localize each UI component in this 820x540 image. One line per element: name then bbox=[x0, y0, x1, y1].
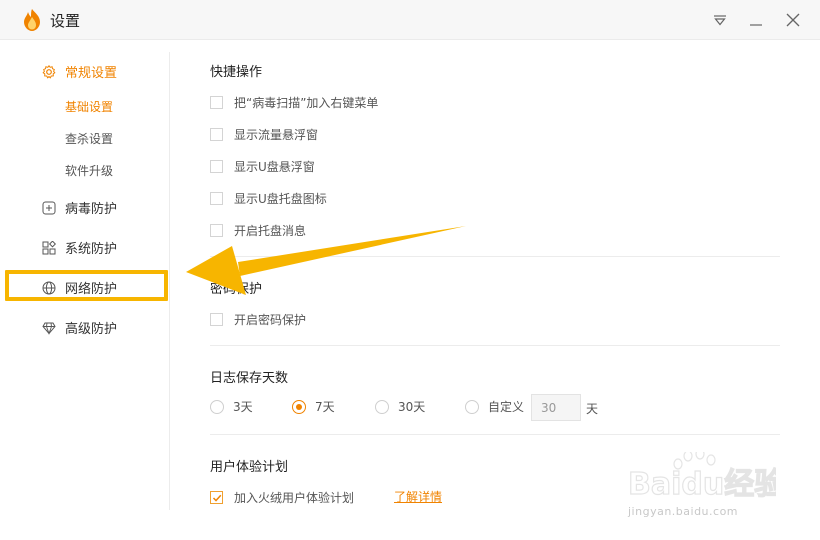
checkbox-usb-float[interactable]: 显示U盘悬浮窗 bbox=[210, 158, 315, 175]
minimize-button[interactable] bbox=[746, 10, 766, 30]
checkbox[interactable] bbox=[210, 128, 223, 141]
checkbox[interactable] bbox=[210, 160, 223, 173]
sidebar-item-virus[interactable]: 病毒防护 bbox=[42, 198, 117, 217]
radio-button-selected[interactable] bbox=[292, 399, 306, 414]
days-unit: 天 bbox=[586, 402, 599, 416]
diamond-icon bbox=[42, 321, 56, 335]
checkbox-label: 显示U盘托盘图标 bbox=[234, 192, 327, 206]
triangle-down-icon bbox=[714, 15, 726, 26]
checkbox-experience-plan[interactable]: 加入火绒用户体验计划 bbox=[210, 489, 354, 506]
plus-square-icon bbox=[42, 201, 56, 215]
checkbox-label: 开启托盘消息 bbox=[234, 224, 307, 238]
checkbox-label: 加入火绒用户体验计划 bbox=[234, 491, 355, 505]
sidebar-item-advanced[interactable]: 高级防护 bbox=[42, 318, 117, 337]
checkbox-tray-messages[interactable]: 开启托盘消息 bbox=[210, 222, 306, 239]
checkbox-checked[interactable] bbox=[210, 491, 223, 504]
radio-7-days[interactable]: 7天 bbox=[292, 398, 335, 415]
sidebar-sub-scan[interactable]: 查杀设置 bbox=[65, 130, 113, 147]
checkbox-label: 显示流量悬浮窗 bbox=[234, 128, 319, 142]
section-divider bbox=[210, 256, 780, 257]
section-title-password: 密码保护 bbox=[210, 282, 263, 297]
section-divider bbox=[210, 345, 780, 346]
gear-icon bbox=[42, 64, 56, 79]
checkbox[interactable] bbox=[210, 96, 223, 109]
sidebar-item-label: 常规设置 bbox=[65, 66, 118, 81]
svg-text:Baidu经验: Baidu经验 bbox=[628, 467, 776, 502]
watermark-url: jingyan.baidu.com bbox=[628, 505, 739, 518]
sidebar-sub-upgrade[interactable]: 软件升级 bbox=[65, 162, 113, 179]
checkbox-label: 显示U盘悬浮窗 bbox=[234, 160, 315, 174]
checkbox-password-protect[interactable]: 开启密码保护 bbox=[210, 311, 306, 328]
close-button[interactable] bbox=[783, 10, 803, 30]
checkbox[interactable] bbox=[210, 313, 223, 326]
custom-days-input[interactable] bbox=[531, 394, 581, 421]
huorong-logo-icon bbox=[24, 9, 40, 31]
radio-label: 7天 bbox=[315, 400, 335, 414]
radio-3-days[interactable]: 3天 bbox=[210, 398, 253, 415]
minimize-icon bbox=[750, 24, 762, 26]
window-title: 设置 bbox=[50, 12, 81, 30]
checkbox[interactable] bbox=[210, 192, 223, 205]
sidebar-divider bbox=[169, 52, 170, 510]
sidebar-item-label: 系统防护 bbox=[65, 242, 118, 257]
close-icon bbox=[786, 13, 800, 27]
section-divider bbox=[210, 434, 780, 435]
radio-label: 自定义 bbox=[488, 400, 525, 414]
title-bar: 设置 bbox=[0, 0, 820, 40]
highlight-box bbox=[5, 270, 168, 301]
radio-label: 3天 bbox=[233, 400, 253, 414]
section-title-shortcuts: 快捷操作 bbox=[210, 65, 263, 80]
sidebar-item-label: 病毒防护 bbox=[65, 202, 118, 217]
checkbox-context-menu-scan[interactable]: 把“病毒扫描”加入右键菜单 bbox=[210, 94, 378, 111]
checkbox-traffic-float[interactable]: 显示流量悬浮窗 bbox=[210, 126, 318, 143]
sidebar-item-label: 高级防护 bbox=[65, 322, 118, 337]
radio-button[interactable] bbox=[210, 399, 224, 414]
sidebar-item-system[interactable]: 系统防护 bbox=[42, 238, 117, 257]
radio-label: 30天 bbox=[398, 400, 426, 414]
learn-more-link[interactable]: 了解详情 bbox=[394, 488, 442, 505]
radio-button[interactable] bbox=[375, 399, 389, 414]
checkbox[interactable] bbox=[210, 224, 223, 237]
radio-30-days[interactable]: 30天 bbox=[375, 398, 425, 415]
radio-button[interactable] bbox=[465, 399, 479, 414]
sidebar-item-general[interactable]: 常规设置 bbox=[42, 62, 117, 81]
dropdown-menu-button[interactable] bbox=[710, 10, 730, 30]
checkbox-label: 开启密码保护 bbox=[234, 313, 307, 327]
section-title-log-days: 日志保存天数 bbox=[210, 371, 289, 386]
checkbox-usb-tray-icon[interactable]: 显示U盘托盘图标 bbox=[210, 190, 327, 207]
grid-icon bbox=[42, 240, 56, 255]
checkbox-label: 把“病毒扫描”加入右键菜单 bbox=[234, 96, 379, 110]
radio-custom[interactable]: 自定义 bbox=[465, 398, 524, 415]
checkmark-icon bbox=[212, 494, 221, 502]
sidebar-sub-basic[interactable]: 基础设置 bbox=[65, 98, 113, 115]
section-title-experience: 用户体验计划 bbox=[210, 460, 289, 475]
